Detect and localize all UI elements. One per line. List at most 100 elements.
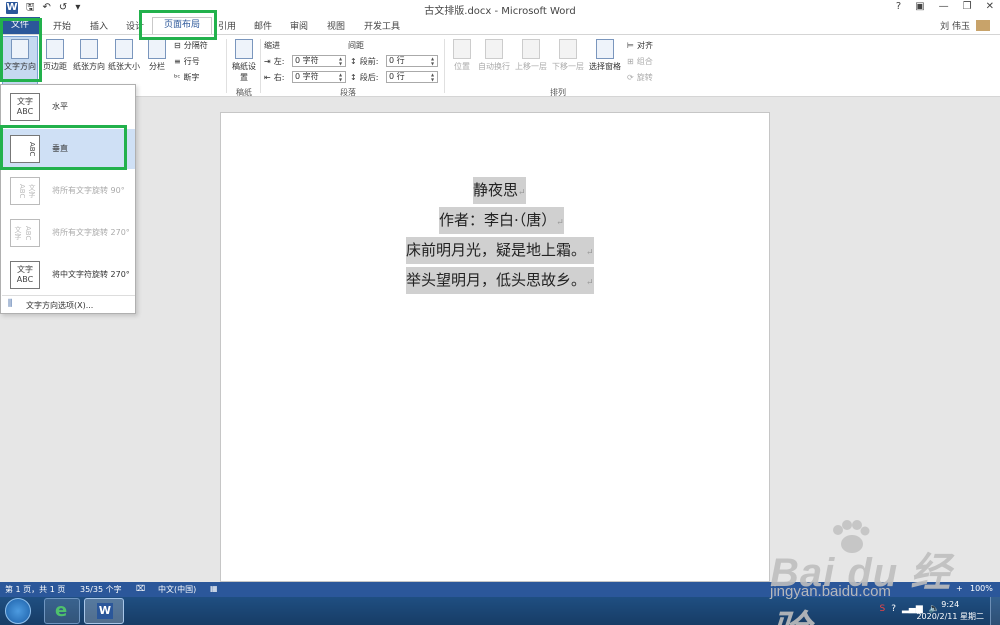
- page-count[interactable]: 第 1 页，共 1 页: [5, 584, 65, 595]
- text-direction-menu: 文字 ABC 水平 ABC 垂直 文字ABC 将所有文字旋转 90° 文字ABC…: [0, 84, 136, 314]
- rotate-label: 旋转: [636, 73, 653, 82]
- baidu-watermark: Bai du 经验 jingyan.baidu.com: [770, 520, 990, 625]
- tab-insert[interactable]: 插入: [90, 19, 108, 32]
- align-button[interactable]: ⊨ 对齐: [627, 40, 653, 51]
- divider: [226, 39, 227, 93]
- selection-pane-button[interactable]: 选择窗格: [587, 39, 623, 72]
- hyphenation-button[interactable]: ᵇᶜ 断字: [174, 72, 199, 83]
- selection-pane-label: 选择窗格: [589, 62, 621, 71]
- menu-item-rotate-90[interactable]: 文字ABC 将所有文字旋转 90°: [2, 171, 135, 211]
- indent-right-icon: ⇤: [264, 73, 271, 82]
- text-direction-options[interactable]: ⫼ 文字方向选项(X)...: [2, 295, 135, 313]
- spacing-after-input[interactable]: 0 行: [386, 71, 438, 83]
- user-account[interactable]: 刘 伟玉: [940, 19, 990, 32]
- bring-forward-icon: [522, 39, 540, 59]
- ribbon-display-options-icon[interactable]: ▣: [915, 1, 924, 12]
- spacing-before-input[interactable]: 0 行: [386, 55, 438, 67]
- margins-button[interactable]: 页边距: [40, 39, 70, 72]
- indent-right-label: ⇤ 右:: [264, 72, 284, 83]
- doc-line-verse-1[interactable]: 床前明月光，疑是地上霜。↵: [406, 237, 594, 264]
- wrap-text-label: 自动换行: [478, 62, 510, 71]
- line-numbers-icon: ≡: [174, 57, 181, 66]
- margins-icon: [46, 39, 64, 59]
- position-icon: [453, 39, 471, 59]
- doc-line-text: 举头望明月，低头思故乡。: [406, 271, 587, 289]
- orientation-button[interactable]: 纸张方向: [72, 39, 106, 72]
- menu-item-rotate-asian-270[interactable]: 文字 ABC 将中文字符旋转 270°: [2, 255, 135, 295]
- user-name: 刘 伟玉: [940, 22, 970, 32]
- proofing-icon[interactable]: ⌧: [136, 584, 145, 593]
- document-area: 静夜思↵ 作者：李白·（唐）↵ 床前明月光，疑是地上霜。↵ 举头望明月，低头思故…: [0, 97, 1000, 582]
- menu-item-label: 将中文字符旋转 270°: [52, 270, 130, 279]
- language-indicator[interactable]: 中文(中国): [158, 584, 196, 595]
- position-label: 位置: [454, 62, 470, 71]
- draft-paper-button[interactable]: 稿纸设置: [232, 39, 256, 83]
- paragraph-mark: ↵: [556, 218, 564, 228]
- spacing-after-text: 段后:: [359, 73, 379, 82]
- columns-icon: [148, 39, 166, 59]
- rotate-270-preview-icon: 文字ABC: [10, 219, 40, 247]
- paragraph-mark: ↵: [586, 248, 594, 258]
- wrap-text-button[interactable]: 自动换行: [476, 39, 512, 72]
- doc-line-text: 床前明月光，疑是地上霜。: [406, 241, 587, 259]
- watermark-site: jingyan.baidu.com: [770, 583, 891, 600]
- columns-button[interactable]: 分栏: [144, 39, 170, 72]
- rotate-90-preview-icon: 文字ABC: [10, 177, 40, 205]
- group-objects-button[interactable]: ⊞ 组合: [627, 56, 653, 67]
- indent-title: 缩进: [264, 41, 280, 50]
- help-button[interactable]: ?: [896, 1, 901, 12]
- text-direction-options-label: 文字方向选项(X)...: [26, 301, 94, 310]
- start-button[interactable]: [5, 598, 31, 624]
- line-numbers-button[interactable]: ≡ 行号: [174, 56, 200, 67]
- macro-icon[interactable]: ▦: [210, 584, 218, 593]
- divider: [260, 39, 261, 93]
- minimize-button[interactable]: —: [939, 1, 949, 12]
- paper-size-icon: [115, 39, 133, 59]
- restore-button[interactable]: ❐: [963, 1, 972, 12]
- word-count[interactable]: 35/35 个字: [80, 584, 122, 595]
- indent-right-input[interactable]: 0 字符: [292, 71, 346, 83]
- indent-left-icon: ⇥: [264, 57, 271, 66]
- orientation-icon: [80, 39, 98, 59]
- tab-mailings[interactable]: 邮件: [254, 19, 272, 32]
- draft-paper-icon: [235, 39, 253, 59]
- group-icon: ⊞: [627, 57, 634, 66]
- align-label: 对齐: [636, 41, 653, 50]
- spacing-before-icon: ↕: [350, 57, 357, 66]
- align-icon: ⊨: [627, 41, 634, 50]
- indent-left-label: ⇥ 左:: [264, 56, 284, 67]
- tab-home[interactable]: 开始: [53, 19, 71, 32]
- menu-item-horizontal[interactable]: 文字 ABC 水平: [2, 87, 135, 127]
- bring-forward-button[interactable]: 上移一层: [513, 39, 549, 72]
- orientation-label: 纸张方向: [73, 62, 105, 71]
- rotate-icon: ⟳: [627, 73, 634, 82]
- doc-line-text: 静夜思: [473, 181, 519, 199]
- breaks-button[interactable]: ⊟ 分隔符: [174, 40, 208, 51]
- highlight-layout-tab: [139, 10, 217, 40]
- doc-line-author[interactable]: 作者：李白·（唐）↵: [439, 207, 564, 234]
- paragraph-mark: ↵: [586, 278, 594, 288]
- taskbar-word-icon[interactable]: [84, 598, 124, 624]
- taskbar-ie-icon[interactable]: [44, 598, 80, 624]
- show-desktop-button[interactable]: [990, 597, 1000, 625]
- tab-view[interactable]: 视图: [327, 19, 345, 32]
- tab-references[interactable]: 引用: [218, 19, 236, 32]
- rotate-button[interactable]: ⟳ 旋转: [627, 72, 653, 83]
- doc-line-verse-2[interactable]: 举头望明月，低头思故乡。↵: [406, 267, 594, 294]
- document-page[interactable]: 静夜思↵ 作者：李白·（唐）↵ 床前明月光，疑是地上霜。↵ 举头望明月，低头思故…: [220, 112, 770, 582]
- close-button[interactable]: ✕: [986, 1, 994, 12]
- tab-developer[interactable]: 开发工具: [364, 19, 400, 32]
- position-button[interactable]: 位置: [450, 39, 474, 72]
- bring-forward-label: 上移一层: [515, 62, 547, 71]
- tab-review[interactable]: 审阅: [290, 19, 308, 32]
- send-backward-button[interactable]: 下移一层: [550, 39, 586, 72]
- send-backward-label: 下移一层: [552, 62, 584, 71]
- size-label: 纸张大小: [108, 62, 140, 71]
- doc-line-title[interactable]: 静夜思↵: [473, 177, 526, 204]
- indent-left-input[interactable]: 0 字符: [292, 55, 346, 67]
- menu-item-label: 将所有文字旋转 270°: [52, 228, 130, 237]
- indent-right-text: 右:: [273, 73, 285, 82]
- menu-item-rotate-270[interactable]: 文字ABC 将所有文字旋转 270°: [2, 213, 135, 253]
- margins-label: 页边距: [43, 62, 67, 71]
- size-button[interactable]: 纸张大小: [106, 39, 142, 72]
